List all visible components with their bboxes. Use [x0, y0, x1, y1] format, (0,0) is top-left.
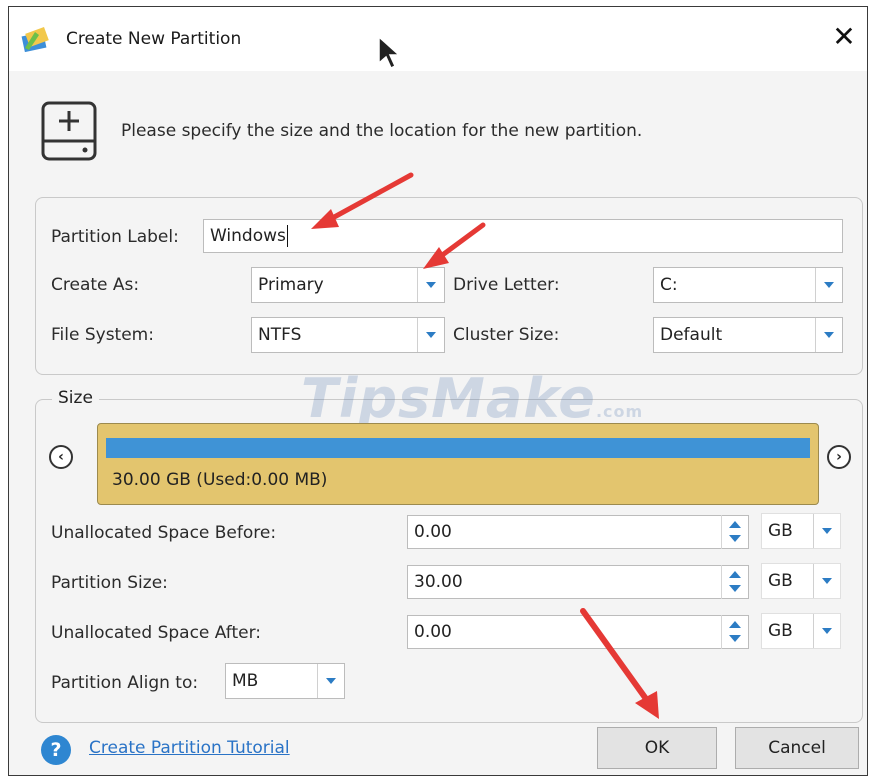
unit-dropdown-button[interactable]	[813, 614, 840, 648]
cluster-size-select[interactable]: Default	[653, 317, 843, 353]
drive-letter-value: C:	[660, 275, 678, 295]
partition-size-value: 30.00	[414, 572, 463, 592]
partition-size-bar[interactable]: 30.00 GB (Used:0.00 MB)	[97, 423, 819, 505]
unallocated-before-value: 0.00	[414, 522, 452, 542]
partition-align-caption: Partition Align to:	[51, 673, 199, 693]
cluster-size-caption: Cluster Size:	[453, 325, 560, 345]
chevron-down-icon	[822, 528, 832, 534]
drive-letter-select[interactable]: C:	[653, 267, 843, 303]
file-system-select[interactable]: NTFS	[251, 317, 445, 353]
partition-size-unit-select[interactable]: GB	[761, 563, 841, 599]
partition-size-spinner[interactable]	[721, 565, 750, 599]
chevron-down-icon	[426, 282, 436, 288]
file-system-caption: File System:	[51, 325, 154, 345]
unit-dropdown-button[interactable]	[813, 564, 840, 598]
window-title: Create New Partition	[66, 29, 242, 49]
partition-label-input[interactable]: Windows	[203, 219, 843, 253]
create-as-dropdown-button[interactable]	[417, 268, 444, 302]
unallocated-before-caption: Unallocated Space Before:	[51, 523, 277, 543]
unallocated-before-input[interactable]: 0.00	[407, 515, 749, 549]
intro-text: Please specify the size and the location…	[121, 121, 643, 141]
partition-wizard-icon	[21, 27, 49, 52]
ok-button[interactable]: OK	[597, 727, 717, 769]
spin-down-icon[interactable]	[729, 635, 741, 642]
chevron-right-icon: ›	[836, 449, 842, 465]
spin-down-icon[interactable]	[729, 585, 741, 592]
unallocated-before-spinner[interactable]	[721, 515, 750, 549]
partition-size-bar-text: 30.00 GB (Used:0.00 MB)	[112, 470, 328, 490]
drive-letter-dropdown-button[interactable]	[815, 268, 842, 302]
chevron-down-icon	[822, 628, 832, 634]
size-legend: Size	[52, 388, 99, 408]
chevron-down-icon	[426, 332, 436, 338]
unit-value: GB	[768, 571, 793, 591]
unit-value: GB	[768, 621, 793, 641]
title-bar: Create New Partition ✕	[9, 7, 867, 71]
partition-size-input[interactable]: 30.00	[407, 565, 749, 599]
create-partition-tutorial-link[interactable]: Create Partition Tutorial	[89, 738, 290, 758]
spin-up-icon[interactable]	[729, 571, 741, 578]
unallocated-before-unit-select[interactable]: GB	[761, 513, 841, 549]
close-icon: ✕	[832, 20, 856, 53]
help-icon[interactable]: ?	[41, 735, 71, 765]
partition-size-caption: Partition Size:	[51, 573, 168, 593]
partition-align-value: MB	[232, 671, 259, 691]
unallocated-after-input[interactable]: 0.00	[407, 615, 749, 649]
chevron-down-icon	[326, 678, 336, 684]
unit-value: GB	[768, 521, 793, 541]
partition-label-value: Windows	[210, 226, 286, 246]
partition-label-caption: Partition Label:	[51, 227, 179, 247]
add-disk-icon	[41, 101, 97, 161]
file-system-value: NTFS	[258, 325, 302, 345]
unallocated-after-spinner[interactable]	[721, 615, 750, 649]
create-as-caption: Create As:	[51, 275, 140, 295]
chevron-left-icon: ‹	[58, 449, 64, 465]
mouse-pointer-icon	[378, 35, 401, 70]
partition-align-select[interactable]: MB	[225, 663, 345, 699]
spin-up-icon[interactable]	[729, 621, 741, 628]
text-caret	[286, 225, 288, 247]
close-button[interactable]: ✕	[827, 19, 861, 55]
spin-down-icon[interactable]	[729, 535, 741, 542]
unit-dropdown-button[interactable]	[813, 514, 840, 548]
move-right-button[interactable]: ›	[827, 445, 851, 469]
chevron-down-icon	[824, 282, 834, 288]
file-system-dropdown-button[interactable]	[417, 318, 444, 352]
partition-size-bar-fill	[106, 438, 810, 458]
cancel-button[interactable]: Cancel	[735, 727, 859, 769]
create-partition-dialog: Create New Partition ✕ Please specify th…	[8, 6, 868, 776]
cluster-size-value: Default	[660, 325, 723, 345]
unallocated-after-unit-select[interactable]: GB	[761, 613, 841, 649]
unallocated-after-value: 0.00	[414, 622, 452, 642]
partition-align-dropdown-button[interactable]	[317, 664, 344, 698]
cluster-size-dropdown-button[interactable]	[815, 318, 842, 352]
create-as-value: Primary	[258, 275, 324, 295]
spin-up-icon[interactable]	[729, 521, 741, 528]
chevron-down-icon	[822, 578, 832, 584]
create-as-select[interactable]: Primary	[251, 267, 445, 303]
chevron-down-icon	[824, 332, 834, 338]
move-left-button[interactable]: ‹	[49, 445, 73, 469]
watermark: TipsMake.com	[301, 367, 644, 430]
unallocated-after-caption: Unallocated Space After:	[51, 623, 262, 643]
drive-letter-caption: Drive Letter:	[453, 275, 560, 295]
